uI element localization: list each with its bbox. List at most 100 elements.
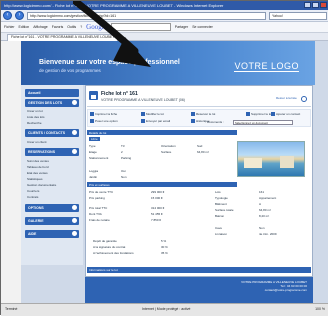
detail-label: Stationnement xyxy=(89,156,109,160)
sidebar-section-gallery[interactable]: GALERIE xyxy=(25,217,79,225)
tab-bar: Fiche lot n°161 - VOTRE PROGRAMME A VILL… xyxy=(1,33,328,41)
sidebar-item-documents[interactable]: Gestion documentaire xyxy=(27,183,71,188)
price-label: Prix de vente TTC xyxy=(89,190,114,194)
option-button[interactable]: Poser une option xyxy=(90,119,118,124)
info-value: 8,20 m² xyxy=(259,214,270,218)
arrow-icon xyxy=(72,100,77,105)
site-banner: Bienvenue sur votre espace professionnel… xyxy=(21,41,315,85)
menu-help[interactable]: ? xyxy=(80,25,82,29)
arrow-icon xyxy=(72,149,77,154)
documents-select[interactable]: Sélectionnez un document xyxy=(233,120,293,125)
banner-title: Bienvenue sur votre espace professionnel xyxy=(39,59,180,66)
security-zone: Internet | Mode protégé : activé xyxy=(142,307,191,311)
url-input[interactable]: http://www.logicimmo.com/gestion/fiche_l… xyxy=(27,11,266,20)
edit-button[interactable]: Modifier le lot xyxy=(141,112,164,117)
status-bar: Terminé Internet | Mode protégé : activé… xyxy=(1,303,328,316)
price-value: 51 455 € xyxy=(151,212,163,216)
detail-value: Parking xyxy=(121,156,132,160)
menu-file[interactable]: Fichier xyxy=(4,25,15,29)
repartition-label: A la signature du contrat xyxy=(93,245,126,249)
sidebar-section-help[interactable]: AIDE xyxy=(25,230,79,238)
sidebar-item-sales-status[interactable]: Etat des ventes xyxy=(27,171,71,176)
action-label: Envoyer par email xyxy=(146,119,171,123)
contact-icon xyxy=(271,112,275,117)
address-bar: ‹ › http://www.logicimmo.com/gestion/fic… xyxy=(1,10,328,22)
sidebar-item-dashboard[interactable]: Tableau de bord xyxy=(27,165,71,170)
info-label: Surface totale xyxy=(215,208,234,212)
action-label: Ajouter un contact xyxy=(276,112,301,116)
page-subtitle: VOTRE PROGRAMME A VILLENEUVE LOUBET (06) xyxy=(101,98,185,102)
sidebar-section-lots[interactable]: GESTION DES LOTS xyxy=(25,99,79,107)
option-icon xyxy=(90,119,94,124)
back-to-list-link[interactable]: Retour à la liste xyxy=(276,96,297,100)
arrow-icon xyxy=(72,218,77,223)
info-value: 64,80 m² xyxy=(259,208,271,212)
arrow-icon xyxy=(72,231,77,236)
repartition-value: 30 % xyxy=(161,245,168,249)
repartition-value: 5 % xyxy=(161,239,167,243)
details-header: Détails du lot xyxy=(87,130,237,135)
google-logo: Google xyxy=(86,23,107,31)
house-icon xyxy=(89,91,98,100)
menu-tools[interactable]: Outils xyxy=(67,25,76,29)
minimize-button[interactable] xyxy=(304,2,311,8)
refresh-icon[interactable] xyxy=(301,96,307,102)
price-label: Dont TVA xyxy=(89,212,102,216)
sidebar-section-options[interactable]: OPTIONS xyxy=(25,204,79,212)
delete-button[interactable]: Supprimer le lot xyxy=(246,112,272,117)
menu-favorites[interactable]: Favoris xyxy=(52,25,63,29)
browser-window: http://www.logicimmo.com/ - Fiche lot n°… xyxy=(0,0,328,316)
reserve-button[interactable]: Réserver le lot xyxy=(191,112,216,117)
repartition-value: 35 % xyxy=(161,251,168,255)
print-button[interactable]: Imprimer la fiche xyxy=(90,112,117,117)
sidebar-section-label: Accueil xyxy=(28,91,41,95)
share-button[interactable]: Partager xyxy=(175,25,188,29)
price-value: 299 000 € xyxy=(151,190,165,194)
maximize-button[interactable] xyxy=(312,2,319,8)
menu-view[interactable]: Affichage xyxy=(33,25,48,29)
detail-value: 2 xyxy=(121,150,123,154)
sidebar-section-home[interactable]: Accueil xyxy=(25,89,79,97)
menu-toolbar: Fichier Edition Affichage Favoris Outils… xyxy=(1,22,328,33)
add-contact-button[interactable]: Ajouter un contact xyxy=(271,112,301,117)
forward-button[interactable]: › xyxy=(15,11,24,20)
search-input[interactable]: Yahoo! xyxy=(269,11,327,20)
sidebar-item-lot-list[interactable]: Liste des lots xyxy=(27,115,71,120)
sidebar-section-label: GESTION DES LOTS xyxy=(28,101,63,105)
sidebar-item-create-client[interactable]: Créer un client xyxy=(27,140,71,145)
footer-email-link[interactable]: contact@votre-programme.com xyxy=(91,288,307,292)
detail-label: Loggia xyxy=(89,169,99,173)
signin-button[interactable]: Se connecter xyxy=(192,25,213,29)
sidebar-item-search[interactable]: Recherche xyxy=(27,121,71,126)
property-photo[interactable] xyxy=(237,141,305,177)
action-label: Réserver le lot xyxy=(196,112,216,116)
prices-header: Prix et surfaces xyxy=(87,182,237,187)
sidebar-section-label: CLIENTS / CONTACTS xyxy=(28,131,66,135)
status-text: Terminé xyxy=(5,307,18,311)
sidebar-item-contracts[interactable]: Contrats xyxy=(27,195,71,200)
sidebar-item-create-lot[interactable]: Créer un lot xyxy=(27,109,71,114)
detail-value: T3 xyxy=(121,144,125,148)
sidebar-item-stats[interactable]: Statistiques xyxy=(27,177,71,182)
info-value: 161 xyxy=(259,190,265,194)
print-icon xyxy=(90,112,94,117)
zoom-level[interactable]: 100 % xyxy=(315,307,325,313)
google-search-input[interactable] xyxy=(110,23,171,31)
action-label: Poser une option xyxy=(95,119,118,123)
close-button[interactable] xyxy=(320,2,327,8)
site-logo: VOTRE LOGO xyxy=(234,61,299,72)
back-button[interactable]: ‹ xyxy=(3,11,12,20)
sidebar-item-mail[interactable]: Courriers xyxy=(27,189,71,194)
tab-active[interactable]: Fiche lot n°161 - VOTRE PROGRAMME A VILL… xyxy=(7,34,119,41)
sidebar-section-clients[interactable]: CLIENTS / CONTACTS xyxy=(25,129,79,137)
info-section-bar[interactable]: Informations sur le lot xyxy=(87,267,311,273)
email-button[interactable]: Envoyer par email xyxy=(141,119,171,124)
info-label: Cave xyxy=(215,226,223,230)
detail-value: Sud xyxy=(197,144,203,148)
sidebar-section-reservations[interactable]: RESERVATIONS xyxy=(25,148,79,156)
sidebar-section-label: AIDE xyxy=(28,232,37,236)
sidebar-item-sales[interactable]: Suivi des ventes xyxy=(27,159,71,164)
menu-edit[interactable]: Edition xyxy=(19,25,30,29)
repartition-label: Dépôt de garantie xyxy=(93,239,117,243)
detail-value: 64,80 m² xyxy=(197,150,209,154)
